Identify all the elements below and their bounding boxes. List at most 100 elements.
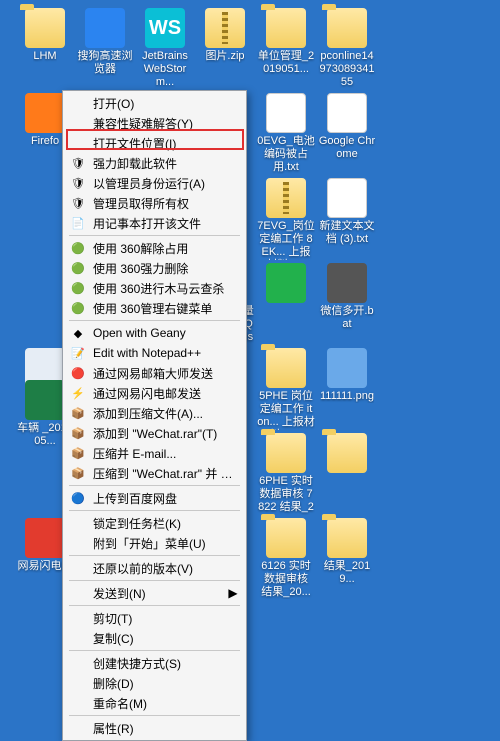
firefox-icon (25, 93, 65, 133)
phe2-icon (266, 433, 306, 473)
pin-taskbar-icon (69, 515, 87, 531)
send-to-icon (69, 585, 87, 601)
desktop-icon-lhm[interactable]: LHM (16, 8, 74, 63)
desktop-icon-label: 微信多开.bat (318, 305, 376, 331)
desktop-icon-newtxt[interactable]: 新建文本文档 (3).txt (318, 178, 376, 246)
redfolder1-icon (327, 433, 367, 473)
menu-item-360-force-delete[interactable]: 🟢使用 360强力删除 (65, 258, 244, 278)
menu-item-delete[interactable]: 删除(D) (65, 673, 244, 693)
desktop-icon-png1[interactable]: 111111.png (318, 348, 376, 403)
desktop-icon-evg1[interactable]: 0EVG_电池编码被占用.txt (257, 93, 315, 174)
menu-separator (69, 605, 240, 606)
menu-item-label: 添加到压缩文件(A)... (93, 405, 238, 422)
menu-item-upload-baidu[interactable]: 🔵上传到百度网盘 (65, 488, 244, 508)
menu-item-compat-troubleshoot[interactable]: 兼容性疑难解答(Y) (65, 113, 244, 133)
desktop-icon-jetbrains[interactable]: WSJetBrains WebStorm... (136, 8, 194, 89)
create-shortcut-icon (69, 655, 87, 671)
add-to-archive-icon: 📦 (69, 405, 87, 421)
wechat-bat-icon (327, 263, 367, 303)
desktop-icon-label: 新建文本文档 (3).txt (318, 220, 376, 246)
folder-last-icon (327, 518, 367, 558)
menu-item-label: Edit with Notepad++ (93, 346, 238, 360)
desktop-icon-sogou[interactable]: 搜狗高速浏览器 (76, 8, 134, 76)
menu-item-run-as-admin[interactable]: 🛡 以管理员身份运行(A) (65, 173, 244, 193)
menu-item-add-to-archive[interactable]: 📦 添加到压缩文件(A)... (65, 403, 244, 423)
desktop-icon-chrome[interactable]: Google Chrome (318, 93, 376, 161)
desktop-icon-label: 0EVG_电池编码被占用.txt (257, 135, 315, 174)
desktop-icon-wechat-bat[interactable]: 微信多开.bat (318, 263, 376, 331)
menu-item-properties[interactable]: 属性(R) (65, 718, 244, 738)
context-menu: 打开(O)兼容性疑难解答(Y)打开文件位置(I)🛡强力卸载此软件 🛡 以管理员身份运… (62, 90, 247, 741)
360-force-delete-icon: 🟢 (69, 260, 87, 276)
desktop-icon-label: 单位管理_2019051... (257, 50, 315, 76)
jetbrains-icon: WS (145, 8, 185, 48)
desktop-icon-label: pconline1497308934155 (318, 50, 376, 89)
run-as-admin-icon: 🛡 (69, 175, 87, 191)
phe1-icon (266, 348, 306, 388)
menu-item-360-trojan-scan[interactable]: 🟢使用 360进行木马云查杀 (65, 278, 244, 298)
open-icon (69, 95, 87, 111)
desktop-icon-evg2[interactable]: 7EVG_岗位定编工作 8EK... 上报材料.zip (257, 178, 315, 260)
take-ownership-icon: 🛡 (69, 195, 87, 211)
menu-item-compress-email[interactable]: 📦压缩并 E-mail... (65, 443, 244, 463)
menu-item-360-unlock[interactable]: 🟢使用 360解除占用 (65, 238, 244, 258)
desktop-icon-label: 6PHE 实时数据审核 7822 结果_2019... (257, 475, 315, 515)
copy-icon (69, 630, 87, 646)
menu-item-send-163-master[interactable]: 🔴通过网易邮箱大师发送 (65, 363, 244, 383)
menu-item-rename[interactable]: 重命名(M) (65, 693, 244, 713)
desktop-icon-phe1[interactable]: 5PHE 岗位定编工作 iton... 上报材料 (1... (257, 348, 315, 430)
desktop-icon-folder-last[interactable]: 结果_2019... (318, 518, 376, 586)
menu-item-360-context-menu[interactable]: 🟢使用 360管理右键菜单 (65, 298, 244, 318)
desktop-icon-label: Google Chrome (318, 135, 376, 161)
menu-item-label: 打开(O) (93, 95, 238, 112)
desktop-icon-pconline[interactable]: pconline1497308934155 (318, 8, 376, 89)
menu-item-send-to[interactable]: 发送到(N)▶ (65, 583, 244, 603)
menu-item-label: 以管理员身份运行(A) (93, 175, 238, 192)
desktop-icon-label: 111111.png (320, 390, 374, 403)
menu-item-open-file-location[interactable]: 打开文件位置(I) (65, 133, 244, 153)
wangyi-icon (25, 518, 65, 558)
menu-item-force-uninstall[interactable]: 🛡强力卸载此软件 (65, 153, 244, 173)
lhm-icon (25, 8, 65, 48)
delete-icon (69, 675, 87, 691)
menu-item-label: 使用 360解除占用 (93, 240, 238, 257)
menu-item-add-to-wechat-rar[interactable]: 📦添加到 "WeChat.rar"(T) (65, 423, 244, 443)
desktop-icon-label: 6126 实时数据审核 结果_20... (257, 560, 315, 599)
desktop-icon-danwei[interactable]: 单位管理_2019051... (257, 8, 315, 76)
rename-icon (69, 695, 87, 711)
menu-item-cut[interactable]: 剪切(T) (65, 608, 244, 628)
menu-separator (69, 650, 240, 651)
desktop-icon-phe2[interactable]: 6PHE 实时数据审核 7822 结果_2019... (257, 433, 315, 515)
desktop-icon-redfolder1[interactable] (318, 433, 376, 475)
desktop-icon-label: JetBrains WebStorm... (136, 50, 194, 89)
png1-icon (327, 348, 367, 388)
desktop-icon-label: 7EVG_岗位定编工作 8EK... 上报材料.zip (257, 220, 315, 260)
open-file-location-icon (69, 135, 87, 151)
menu-item-send-163-flash[interactable]: ⚡通过网易闪电邮发送 (65, 383, 244, 403)
menu-separator (69, 320, 240, 321)
menu-item-open[interactable]: 打开(O) (65, 93, 244, 113)
menu-item-take-ownership[interactable]: 🛡管理员取得所有权 (65, 193, 244, 213)
restore-prev-icon (69, 560, 87, 576)
desktop-icon-tupian-zip[interactable]: 图片.zip (196, 8, 254, 63)
menu-item-restore-prev[interactable]: 还原以前的版本(V) (65, 558, 244, 578)
menu-item-edit-npp[interactable]: 📝Edit with Notepad++ (65, 343, 244, 363)
desktop-icon-label: LHM (33, 50, 56, 63)
menu-item-label: 还原以前的版本(V) (93, 560, 238, 577)
menu-item-compress-wechat-email[interactable]: 📦压缩到 "WeChat.rar" 并 E-mail (65, 463, 244, 483)
desktop-icon-6126[interactable]: 6126 实时数据审核 结果_20... (257, 518, 315, 599)
send-163-master-icon: 🔴 (69, 365, 87, 381)
properties-icon (69, 720, 87, 736)
menu-item-open-geany[interactable]: ◆Open with Geany (65, 323, 244, 343)
menu-separator (69, 580, 240, 581)
desktop-icon-wpsicon[interactable] (257, 263, 315, 305)
menu-item-pin-taskbar[interactable]: 锁定到任务栏(K) (65, 513, 244, 533)
cut-icon (69, 610, 87, 626)
menu-item-copy[interactable]: 复制(C) (65, 628, 244, 648)
menu-item-pin-start[interactable]: 附到「开始」菜单(U) (65, 533, 244, 553)
menu-separator (69, 510, 240, 511)
menu-item-create-shortcut[interactable]: 创建快捷方式(S) (65, 653, 244, 673)
upload-baidu-icon: 🔵 (69, 490, 87, 506)
menu-item-open-with-notepad[interactable]: 📄用记事本打开该文件 (65, 213, 244, 233)
menu-item-label: Open with Geany (93, 326, 238, 340)
